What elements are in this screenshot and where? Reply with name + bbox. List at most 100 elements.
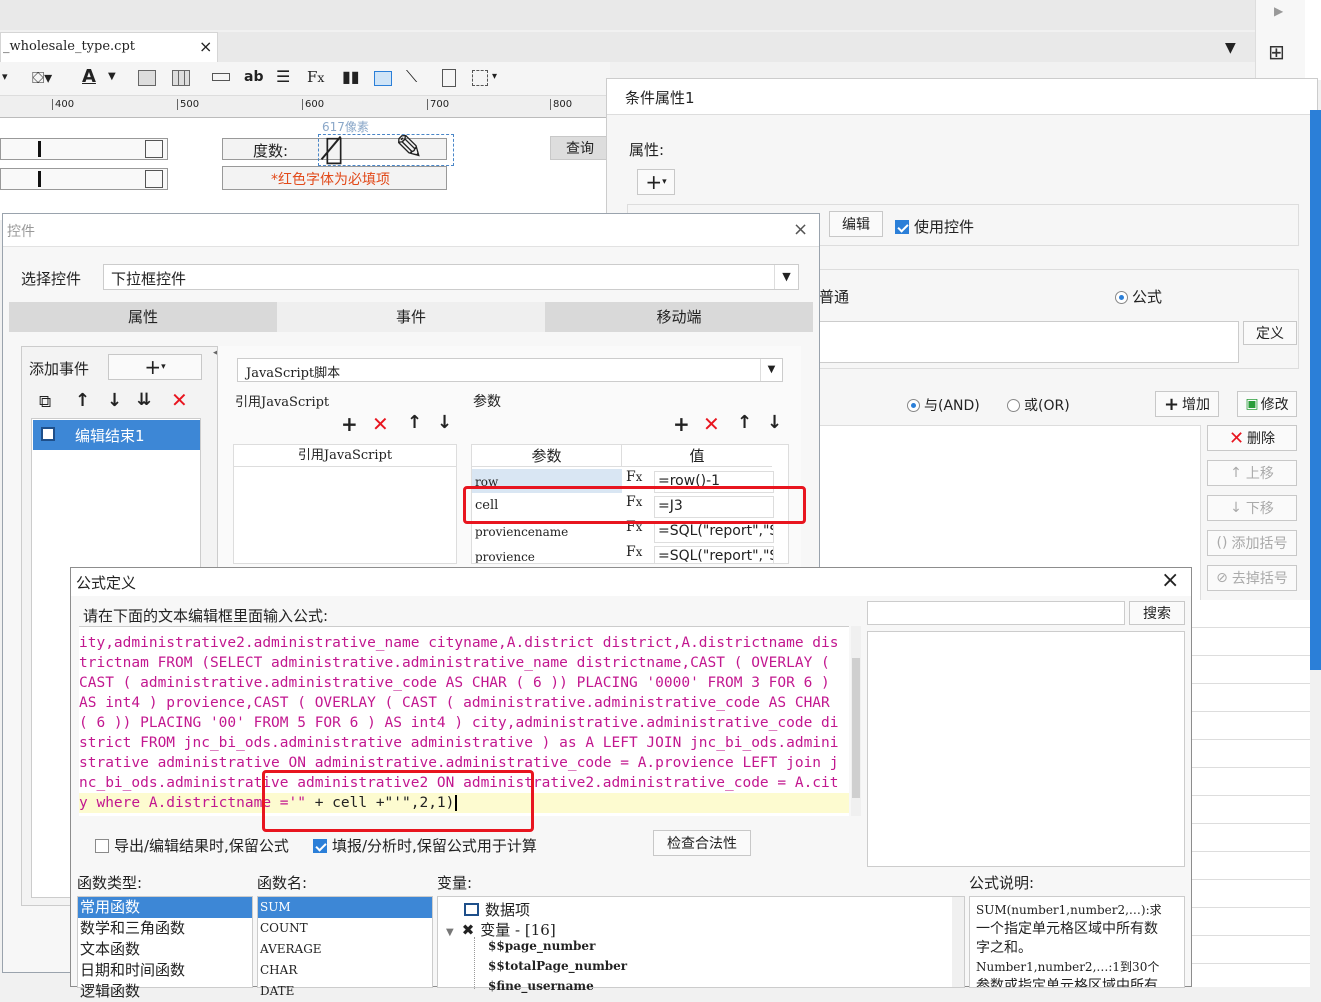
label-icon[interactable]: ab <box>244 69 263 85</box>
formula-dialog-title: 公式定义 <box>76 574 137 592</box>
delete-param-icon[interactable]: ✕ <box>703 412 720 436</box>
editor-scrollbar[interactable] <box>851 626 861 816</box>
list-item[interactable]: DATE <box>258 981 432 1002</box>
tab-attributes[interactable]: 属性 <box>9 302 277 332</box>
align-icon[interactable]: ☰ <box>276 67 290 86</box>
list-item[interactable]: 日期和时间函数 <box>78 960 252 981</box>
move-up-button[interactable]: ↑ 上移 <box>1207 460 1297 486</box>
tree-item[interactable]: 数据项 <box>464 899 530 920</box>
modify-button[interactable]: ▣ 修改 <box>1237 391 1297 417</box>
define-button[interactable]: 定义 <box>1243 321 1297 345</box>
close-icon[interactable]: × <box>793 219 808 240</box>
delete-js-icon[interactable]: ✕ <box>372 412 389 436</box>
edit-button[interactable]: 编辑 <box>829 211 883 237</box>
check-validity-button[interactable]: 检查合法性 <box>653 830 751 856</box>
event-item[interactable]: 编辑结束1 <box>33 420 200 450</box>
delete-icon[interactable]: ✕ <box>171 388 188 412</box>
doc-icon[interactable] <box>442 69 456 87</box>
delete-icon: ✕ <box>1228 427 1245 449</box>
list-item[interactable]: AVERAGE <box>258 939 432 960</box>
search-button[interactable]: 搜索 <box>1129 601 1185 625</box>
param-widget-2[interactable] <box>0 168 168 190</box>
add-condition-button[interactable]: + 增加 <box>1155 391 1219 417</box>
param-value[interactable]: =SQL("report","S <box>654 546 774 563</box>
add-attr-button[interactable]: + ▾ <box>637 169 675 195</box>
param-value[interactable]: =SQL("report","S <box>654 521 774 543</box>
tree-item[interactable]: $$page_number <box>488 939 595 953</box>
keep-formula-export-checkbox[interactable]: 导出/编辑结果时,保留公式 <box>95 835 289 856</box>
close-tab-icon[interactable]: × <box>199 37 212 56</box>
pencil-icon[interactable]: ✎ <box>395 128 424 168</box>
slash-icon[interactable]: ⟍ <box>406 67 417 87</box>
and-radio[interactable]: 与(AND) <box>907 395 980 415</box>
layout-icon[interactable]: ⊞ <box>1268 40 1285 64</box>
formula-icon[interactable]: Fx <box>307 68 324 86</box>
param-widget-1[interactable] <box>0 138 168 160</box>
date-icon <box>145 140 163 158</box>
expand-icon[interactable]: ▶ <box>1274 4 1283 18</box>
fill-color-icon[interactable]: ⛋▾ <box>32 68 52 88</box>
list-item[interactable]: CHAR <box>258 960 432 981</box>
formula-icon[interactable]: Fx <box>626 494 642 510</box>
sort-icon[interactable]: ⇊ <box>137 390 151 410</box>
use-widget-checkbox[interactable]: 使用控件 <box>895 216 974 237</box>
list-item[interactable]: 常用函数 <box>78 897 252 918</box>
grid-icon[interactable] <box>172 70 190 86</box>
ruler-mark: 400 <box>52 99 74 110</box>
query-button[interactable]: 查询 <box>550 136 610 160</box>
tab-events[interactable]: 事件 <box>277 302 545 332</box>
tree-item[interactable]: $fine_username <box>488 979 594 993</box>
add-param-icon[interactable]: + <box>673 412 690 436</box>
list-item[interactable]: 逻辑函数 <box>78 981 252 1002</box>
font-color-icon[interactable]: A <box>82 66 96 87</box>
close-icon[interactable]: × <box>1161 568 1179 593</box>
widget-select[interactable]: 下拉框控件 ▼ <box>103 264 799 290</box>
arrow-down-icon[interactable]: ↓ <box>767 412 782 433</box>
hidden-eye-icon[interactable]: 👁̸ <box>325 132 343 167</box>
or-radio[interactable]: 或(OR) <box>1007 395 1070 415</box>
formula-icon[interactable]: Fx <box>626 469 642 485</box>
tree-scrollbar[interactable] <box>952 897 964 987</box>
formula-editor[interactable]: ity,administrative2.administrative_name … <box>79 626 849 816</box>
copy-icon[interactable]: ⧉ <box>39 392 51 412</box>
add-bracket-button[interactable]: () 添加括号 <box>1207 530 1297 556</box>
arrow-down-icon[interactable]: ↓ <box>107 390 122 411</box>
file-tab[interactable]: _wholesale_type.cpt × <box>0 32 218 62</box>
chart-icon[interactable]: ▮▮ <box>342 67 360 86</box>
list-item[interactable]: 数学和三角函数 <box>78 918 252 939</box>
list-item[interactable]: SUM <box>258 897 432 918</box>
delete-button[interactable]: ✕ 删除 <box>1207 425 1297 451</box>
instruction-label: 请在下面的文本编辑框里面输入公式: <box>83 607 329 625</box>
remove-bracket-button[interactable]: ⊘ 去掉括号 <box>1207 565 1297 591</box>
border-icon[interactable] <box>472 70 488 86</box>
formula-description: SUM(number1,number2,…):求 一个指定单元格区域中所有数 字… <box>969 896 1185 988</box>
image-icon[interactable] <box>374 71 392 86</box>
ruler-mark: 500 <box>177 99 199 110</box>
formula-icon[interactable]: Fx <box>626 519 642 535</box>
textbox-icon[interactable] <box>212 73 230 81</box>
add-event-button[interactable]: + ▾ <box>108 354 202 380</box>
mode-normal[interactable]: 普通 <box>819 286 849 307</box>
arrow-up-icon[interactable]: ↑ <box>75 390 90 411</box>
merge-icon[interactable] <box>138 70 156 86</box>
tree-item[interactable]: $$totalPage_number <box>488 959 627 973</box>
move-down-button[interactable]: ↓ 下移 <box>1207 495 1297 521</box>
search-input[interactable] <box>867 601 1125 625</box>
tree-item[interactable]: ▼ ✖ 变量 - [16] <box>446 919 556 940</box>
formula-field[interactable] <box>819 321 1239 363</box>
filter-icon[interactable]: ▼ <box>1225 40 1236 56</box>
tab-mobile[interactable]: 移动端 <box>545 302 813 332</box>
script-type-select[interactable]: JavaScript脚本 ▼ <box>237 358 783 382</box>
arrow-up-icon[interactable]: ↑ <box>737 412 752 433</box>
arrow-up-icon[interactable]: ↑ <box>407 412 422 433</box>
param-value[interactable]: =row()-1 <box>654 471 774 493</box>
param-value[interactable]: =J3 <box>654 496 774 518</box>
add-js-icon[interactable]: + <box>341 412 358 436</box>
ref-js-table: 引用JavaScript <box>233 444 457 564</box>
mode-formula-radio[interactable]: 公式 <box>1115 286 1162 307</box>
formula-icon[interactable]: Fx <box>626 544 642 560</box>
list-item[interactable]: 文本函数 <box>78 939 252 960</box>
list-item[interactable]: COUNT <box>258 918 432 939</box>
arrow-down-icon[interactable]: ↓ <box>437 412 452 433</box>
keep-formula-fill-checkbox[interactable]: 填报/分析时,保留公式用于计算 <box>313 835 537 856</box>
